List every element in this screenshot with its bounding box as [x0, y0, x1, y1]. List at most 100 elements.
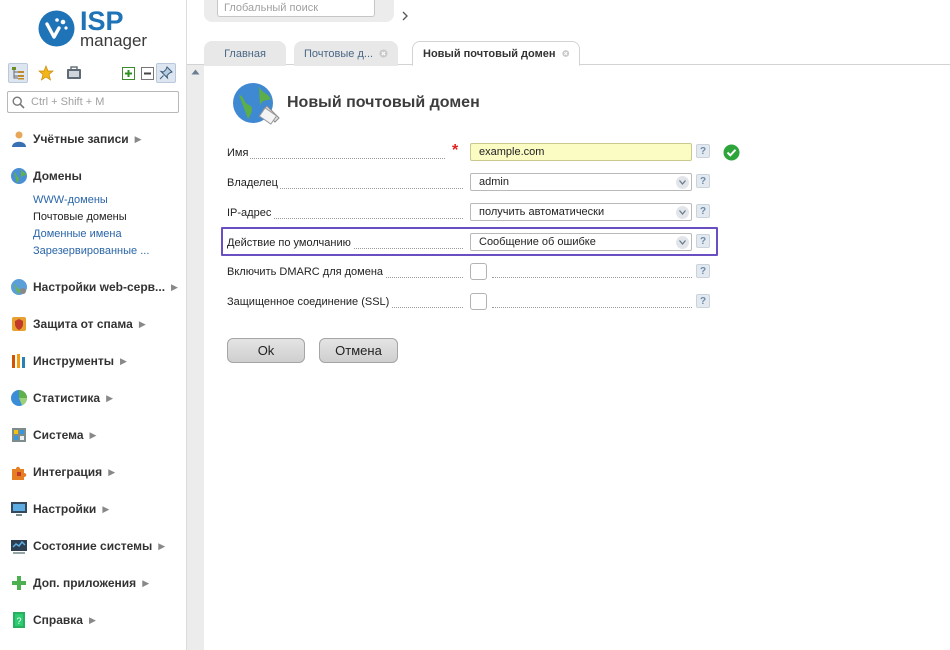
isp-logo-icon — [38, 10, 75, 47]
tools-icon — [12, 354, 25, 368]
chevron-right-icon: ▶ — [89, 429, 97, 440]
owner-help-icon[interactable]: ? — [696, 174, 710, 188]
nav-system[interactable]: Система ▶ — [10, 425, 185, 445]
pie-chart-icon — [11, 390, 27, 406]
nav-system-status-label: Состояние системы — [33, 539, 153, 553]
ssl-help-icon[interactable]: ? — [696, 294, 710, 308]
chevron-right-icon: ▶ — [120, 355, 127, 366]
nav-integration[interactable]: Интеграция ▶ — [10, 462, 185, 482]
tab-home[interactable]: Главная — [204, 41, 286, 66]
ip-help-icon[interactable]: ? — [696, 204, 710, 218]
web-settings-icon — [11, 279, 27, 295]
ip-label: IP-адрес — [227, 207, 274, 219]
chevron-down-icon — [676, 206, 689, 219]
sidebar-search[interactable] — [7, 91, 179, 113]
sidebar-search-input[interactable] — [29, 95, 177, 109]
nav-spam-protection[interactable]: Защита от спама ▶ — [10, 314, 185, 334]
tab-mail-domains-label: Почтовые д... — [304, 47, 374, 60]
favorites-button[interactable] — [36, 63, 56, 83]
chevron-right-icon: ▶ — [158, 540, 166, 551]
globe-icon — [11, 168, 27, 184]
nav-web-settings-label: Настройки web-серв... — [33, 280, 166, 294]
global-search-input[interactable] — [217, 0, 375, 17]
owner-select[interactable]: admin — [470, 173, 692, 191]
dmarc-label: Включить DMARC для домена — [227, 266, 386, 278]
close-icon[interactable] — [379, 48, 388, 59]
label-leader — [227, 158, 445, 159]
chevron-right-icon: ▶ — [106, 392, 113, 403]
nav-mail-domains[interactable]: Почтовые домены — [33, 210, 127, 224]
ok-button[interactable]: Ok — [227, 338, 305, 363]
nav-web-settings[interactable]: Настройки web-серв... ▶ — [10, 277, 185, 297]
monitor-icon — [11, 502, 27, 516]
nav-domains-label: Домены — [33, 169, 82, 183]
brand-manager: manager — [80, 31, 148, 50]
nav-system-label: Система — [33, 428, 84, 442]
chevron-right-icon: ▶ — [108, 466, 116, 477]
nav-settings[interactable]: Настройки ▶ — [10, 499, 185, 519]
valid-check-icon — [723, 144, 740, 161]
form-row-dmarc: Включить DMARC для домена ? — [227, 262, 727, 284]
nav-tools[interactable]: Инструменты ▶ — [10, 351, 185, 371]
ip-select[interactable]: получить автоматически — [470, 203, 692, 221]
search-icon — [12, 95, 25, 109]
sidebar-toolbar — [8, 63, 180, 83]
name-input[interactable]: example.com — [470, 143, 692, 161]
pin-button[interactable] — [156, 63, 176, 83]
svg-text:?: ? — [16, 616, 21, 626]
plus-icon — [12, 576, 26, 590]
nav-settings-label: Настройки — [33, 502, 97, 516]
tab-new-mail-domain[interactable]: Новый почтовый домен — [412, 41, 580, 66]
scroll-up-icon[interactable] — [191, 69, 200, 75]
nav-domain-names[interactable]: Доменные имена — [33, 227, 122, 241]
briefcase-icon — [67, 66, 81, 79]
tab-mail-domains[interactable]: Почтовые д... — [294, 41, 398, 66]
close-icon[interactable] — [561, 48, 569, 59]
nav-reserved[interactable]: Зарезервированные ... — [33, 244, 149, 258]
nav-extra-apps-label: Доп. приложения — [33, 576, 137, 590]
nav-statistics-label: Статистика — [33, 391, 101, 405]
tab-new-mail-domain-label: Новый почтовый домен — [423, 47, 556, 60]
chevron-right-icon: ▶ — [138, 318, 146, 329]
owner-select-value: admin — [479, 176, 509, 188]
chevron-right-icon: ▶ — [134, 133, 142, 144]
nav-help[interactable]: ? Справка ▶ — [10, 610, 185, 630]
form-row-ssl: Защищенное соединение (SSL) ? — [227, 292, 727, 314]
checkbox-leader — [492, 277, 692, 278]
ip-select-value: получить автоматически — [479, 206, 605, 218]
content-scrollbar[interactable] — [187, 65, 204, 650]
briefcase-button[interactable] — [64, 63, 84, 83]
tree-view-button[interactable] — [8, 63, 28, 83]
nav-spam-protection-label: Защита от спама — [33, 317, 133, 331]
logo[interactable]: ISP manager — [38, 8, 158, 50]
global-search-bar — [204, 0, 394, 22]
cancel-button[interactable]: Отмена — [319, 338, 398, 363]
chevron-down-icon — [676, 176, 689, 189]
nav-help-label: Справка — [33, 613, 83, 627]
users-icon — [12, 131, 26, 147]
nav-www-domains[interactable]: WWW-домены — [33, 193, 108, 207]
form-row-ip: IP-адрес получить автоматически ? — [227, 203, 727, 225]
form-row-name: Имя * example.com ? — [227, 142, 740, 165]
chevron-right-icon: ▶ — [102, 503, 110, 514]
default-action-label: Действие по умолчанию — [227, 237, 353, 249]
checkbox-leader — [492, 307, 692, 308]
tab-home-label: Главная — [224, 47, 266, 60]
nav-extra-apps[interactable]: Доп. приложения ▶ — [10, 573, 185, 593]
ssl-checkbox[interactable] — [470, 293, 487, 310]
name-label: Имя — [227, 147, 251, 159]
sidebar: ISP manager Ctrl + Shift + M Учётные зап… — [0, 0, 187, 650]
puzzle-icon — [12, 466, 27, 480]
tab-bar: Главная Почтовые д... Новый почтовый дом… — [187, 38, 950, 66]
collapse-all-button[interactable] — [137, 63, 157, 83]
nav-statistics[interactable]: Статистика ▶ — [10, 388, 185, 408]
star-icon — [38, 65, 54, 81]
expand-all-button[interactable] — [118, 63, 138, 83]
dmarc-checkbox[interactable] — [470, 263, 487, 280]
pin-icon — [159, 66, 173, 80]
nav-system-status[interactable]: Состояние системы ▶ — [10, 536, 185, 556]
dmarc-help-icon[interactable]: ? — [696, 264, 710, 278]
nav-domains[interactable]: Домены — [10, 166, 185, 186]
name-help-icon[interactable]: ? — [696, 144, 710, 158]
nav-accounts[interactable]: Учётные записи ▶ — [10, 129, 185, 149]
